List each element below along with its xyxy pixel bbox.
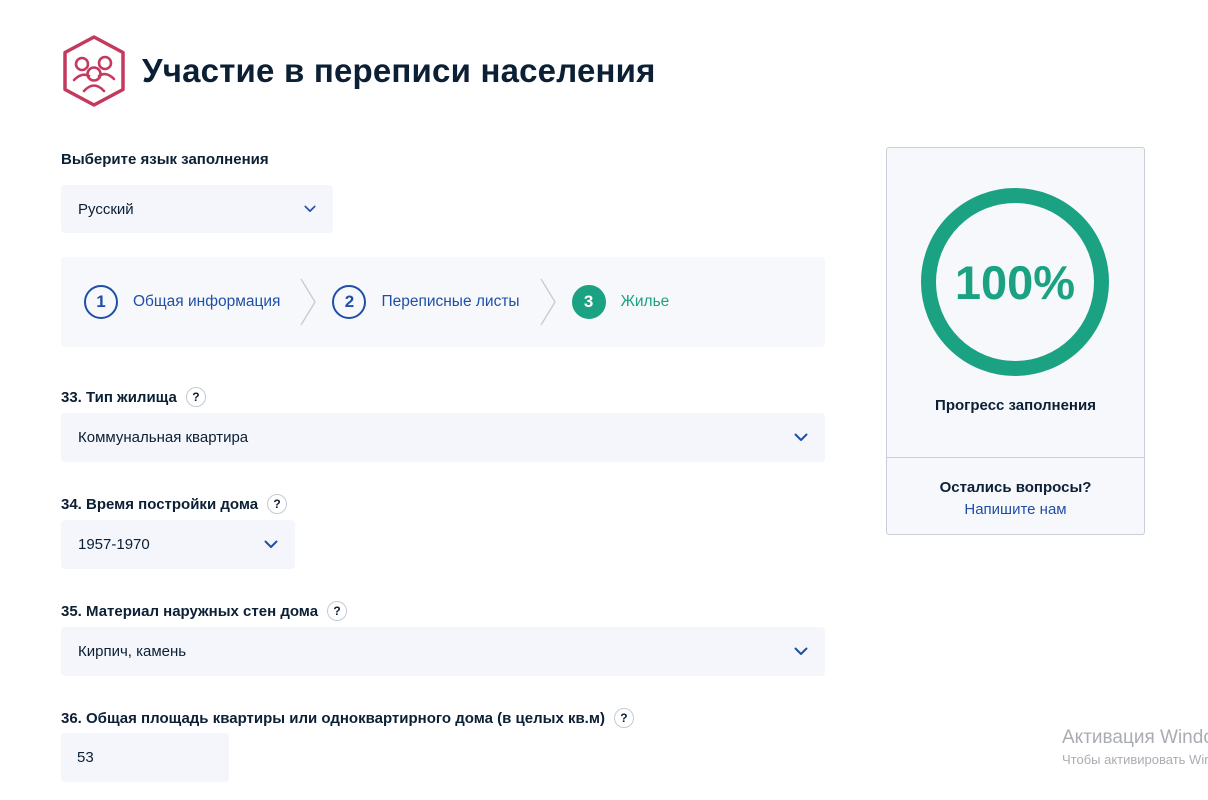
question-33-label: 33. Тип жилища ? — [61, 387, 206, 407]
chevron-down-icon — [304, 205, 316, 212]
language-label: Выберите язык заполнения — [61, 151, 269, 168]
language-select[interactable]: Русский — [61, 185, 333, 233]
census-logo-icon — [63, 35, 125, 107]
watermark-title: Активация Windows — [1062, 727, 1208, 748]
progress-card: 100% Прогресс заполнения Остались вопрос… — [886, 147, 1145, 535]
build-period-value: 1957-1970 — [78, 536, 150, 553]
build-period-select[interactable]: 1957-1970 — [61, 520, 295, 569]
wall-material-select[interactable]: Кирпич, камень — [61, 627, 825, 676]
question-36-label: 36. Общая площадь квартиры или однокварт… — [61, 708, 634, 728]
total-area-input[interactable] — [61, 733, 229, 782]
question-35-label: 35. Материал наружных стен дома ? — [61, 601, 348, 621]
page-header: Участие в переписи населения — [60, 34, 656, 108]
help-icon[interactable]: ? — [613, 708, 634, 728]
contact-us-link[interactable]: Напишите нам — [887, 501, 1144, 518]
chevron-down-icon — [794, 647, 808, 655]
help-icon[interactable]: ? — [267, 494, 288, 514]
housing-type-value: Коммунальная квартира — [78, 429, 249, 446]
chevron-down-icon — [264, 540, 278, 548]
help-icon[interactable]: ? — [327, 601, 348, 621]
step-census-sheets[interactable]: 2 Переписные листы — [332, 285, 520, 319]
chevron-right-icon — [540, 278, 556, 326]
wall-material-value: Кирпич, камень — [78, 643, 187, 660]
question-34-label: 34. Время постройки дома ? — [61, 494, 288, 514]
progress-percent: 100% — [954, 255, 1076, 309]
step-label: Общая информация — [133, 293, 281, 310]
housing-type-select[interactable]: Коммунальная квартира — [61, 413, 825, 462]
question-36-text: 36. Общая площадь квартиры или однокварт… — [61, 709, 605, 727]
windows-activation-watermark: Активация Windows Чтобы активировать Win… — [1062, 727, 1208, 767]
card-divider — [887, 457, 1144, 458]
step-number: 3 — [571, 285, 606, 319]
form-steps: 1 Общая информация 2 Переписные листы 3 … — [61, 257, 825, 347]
step-general-info[interactable]: 1 Общая информация — [84, 285, 280, 319]
help-icon[interactable]: ? — [185, 387, 206, 407]
step-label: Жилье — [620, 293, 670, 310]
page-title: Участие в переписи населения — [142, 52, 656, 89]
question-33-text: 33. Тип жилища — [61, 388, 177, 406]
step-number: 1 — [84, 285, 118, 319]
questions-label: Остались вопросы? — [939, 479, 1092, 496]
language-select-value: Русский — [78, 200, 134, 218]
step-housing[interactable]: 3 Жилье — [571, 285, 670, 319]
question-34-text: 34. Время постройки дома — [61, 495, 259, 513]
progress-label: Прогресс заполнения — [935, 397, 1096, 414]
question-35-text: 35. Материал наружных стен дома — [61, 602, 319, 620]
step-number: 2 — [332, 285, 367, 319]
chevron-down-icon — [794, 433, 808, 441]
watermark-subtitle: Чтобы активировать Windows — [1062, 752, 1208, 767]
chevron-right-icon — [300, 278, 317, 326]
step-label: Переписные листы — [381, 293, 520, 310]
